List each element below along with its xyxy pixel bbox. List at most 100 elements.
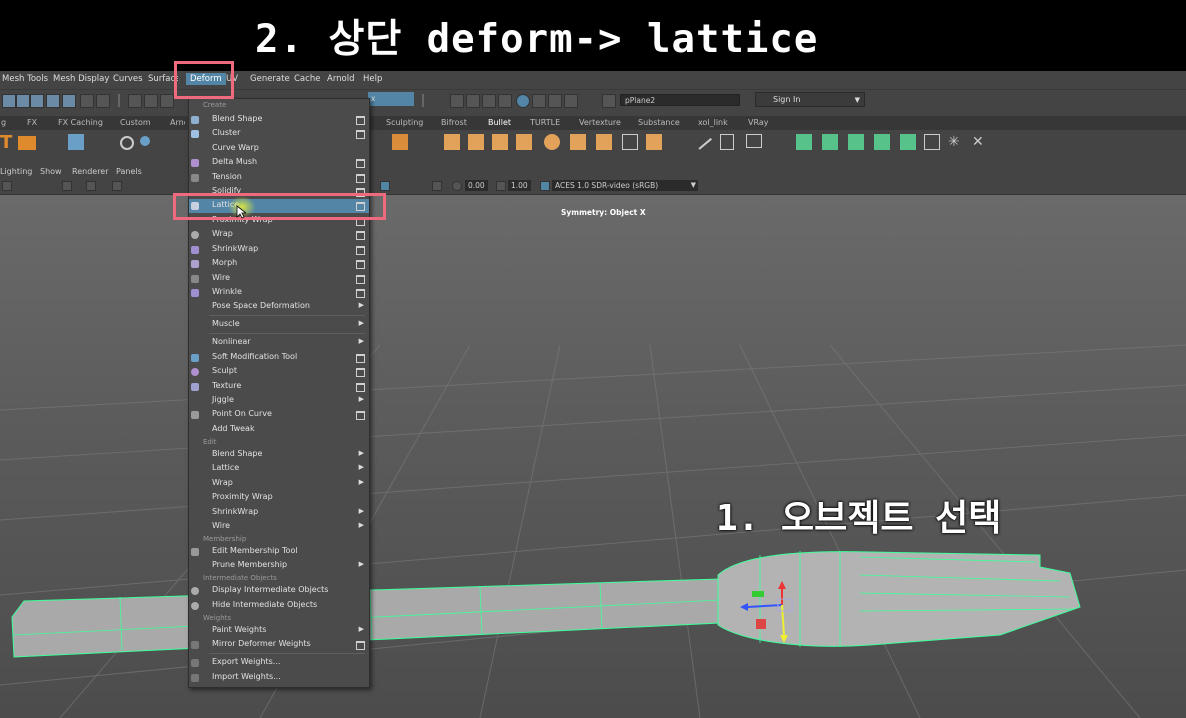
menu-item-add-tweak[interactable]: Add Tweak: [189, 423, 369, 437]
pause-icon[interactable]: [564, 94, 578, 108]
gamma-icon[interactable]: [496, 181, 506, 191]
viewport-menu[interactable]: Renderer: [72, 167, 109, 176]
option-box-icon[interactable]: [356, 275, 365, 284]
snap-icon[interactable]: [46, 94, 60, 108]
grid-icon[interactable]: [68, 134, 84, 150]
option-box-icon[interactable]: [356, 231, 365, 240]
cloth-icon[interactable]: [570, 134, 586, 150]
turtle-grid-icon[interactable]: [924, 134, 940, 150]
viewport-menu[interactable]: Lighting: [0, 167, 32, 176]
turtle-bake-icon[interactable]: [822, 134, 838, 150]
ipr-render-icon[interactable]: [482, 94, 496, 108]
snap-grid-icon[interactable]: [128, 94, 142, 108]
menu-item-point-on-curve[interactable]: Point On Curve: [189, 408, 369, 422]
select-bodies-icon[interactable]: [646, 134, 662, 150]
svg-tool-icon[interactable]: [18, 136, 36, 150]
panel-icon[interactable]: [602, 94, 616, 108]
render-icon[interactable]: [450, 94, 464, 108]
bake-icon[interactable]: [622, 134, 638, 150]
constraint-icon[interactable]: [516, 134, 532, 150]
locator-icon[interactable]: [120, 136, 134, 150]
option-box-icon[interactable]: [356, 260, 365, 269]
menu-item-wrinkle[interactable]: Wrinkle: [189, 286, 369, 300]
turtle-icon[interactable]: [796, 134, 812, 150]
menu-item-export-weights[interactable]: Export Weights...: [189, 656, 369, 670]
viewport-3d[interactable]: [0, 195, 1186, 718]
shelf-tab[interactable]: Sculpting: [386, 118, 423, 127]
menu-item-edit-proximity-wrap[interactable]: Proximity Wrap: [189, 491, 369, 505]
menu-item-edit-membership-tool[interactable]: Edit Membership Tool: [189, 545, 369, 559]
shelf-tab[interactable]: Arnold: [170, 118, 185, 127]
resolution-gate-icon[interactable]: [86, 181, 96, 191]
menu-item-wire[interactable]: Wire: [189, 272, 369, 286]
turtle-star-icon[interactable]: ✳: [948, 134, 964, 150]
exposure-field[interactable]: 0.00: [465, 180, 488, 191]
shelf-tab[interactable]: Vertexture: [579, 118, 621, 127]
sign-in-button[interactable]: Sign In ▼: [755, 92, 865, 107]
turtle-settings-icon[interactable]: [874, 134, 890, 150]
render-view-icon[interactable]: [466, 94, 480, 108]
menu-item-shrinkwrap[interactable]: ShrinkWrap: [189, 243, 369, 257]
shatter-icon[interactable]: [596, 134, 612, 150]
shelf-tab[interactable]: FX Caching: [58, 118, 103, 127]
shelf-tab[interactable]: FX: [27, 118, 37, 127]
color-management-icon[interactable]: [540, 181, 550, 191]
help-icon[interactable]: [62, 94, 76, 108]
menu-item-import-weights[interactable]: Import Weights...: [189, 671, 369, 685]
soft-body-icon[interactable]: [468, 134, 484, 150]
frame-icon[interactable]: [720, 134, 734, 150]
pivot-icon[interactable]: [140, 136, 150, 146]
selection-mode-field[interactable]: x: [368, 92, 414, 106]
turtle-surface-icon[interactable]: [900, 134, 916, 150]
exposure-icon[interactable]: [452, 181, 462, 191]
option-box-icon[interactable]: [356, 641, 365, 650]
menu-mesh-tools[interactable]: Mesh Tools: [2, 74, 48, 84]
menu-item-texture[interactable]: Texture: [189, 380, 369, 394]
selected-mesh[interactable]: [11, 551, 1081, 658]
shelf-tab[interactable]: TURTLE: [530, 118, 560, 127]
select-object-icon[interactable]: [16, 94, 30, 108]
component-icon[interactable]: [96, 94, 110, 108]
option-box-icon[interactable]: [356, 159, 365, 168]
shelf-tab[interactable]: g: [1, 118, 6, 127]
passive-body-icon[interactable]: [492, 134, 508, 150]
menu-item-muscle[interactable]: Muscle ▶: [189, 318, 369, 332]
lock-icon[interactable]: [80, 94, 94, 108]
menu-item-pose-space-deformation[interactable]: Pose Space Deformation ▶: [189, 300, 369, 314]
camera-icon[interactable]: [2, 181, 12, 191]
menu-item-edit-wire[interactable]: Wire ▶: [189, 520, 369, 534]
menu-help[interactable]: Help: [363, 74, 382, 84]
menu-cache[interactable]: Cache: [294, 74, 320, 84]
menu-item-edit-shrinkwrap[interactable]: ShrinkWrap ▶: [189, 506, 369, 520]
menu-item-nonlinear[interactable]: Nonlinear ▶: [189, 336, 369, 350]
option-box-icon[interactable]: [356, 411, 365, 420]
menu-item-prune-membership[interactable]: Prune Membership ▶: [189, 559, 369, 573]
menu-generate[interactable]: Generate: [250, 74, 290, 84]
select-hierarchy-icon[interactable]: [2, 94, 16, 108]
viewport-menu[interactable]: Show: [40, 167, 62, 176]
wireframe-icon[interactable]: [112, 181, 122, 191]
shelf-tab-active[interactable]: Bullet: [488, 118, 511, 127]
menu-item-edit-lattice[interactable]: Lattice ▶: [189, 462, 369, 476]
option-box-icon[interactable]: [356, 383, 365, 392]
text-tool-icon[interactable]: T: [0, 132, 16, 153]
hypershade-icon[interactable]: [516, 94, 530, 108]
menu-item-display-intermediate-objects[interactable]: Display Intermediate Objects: [189, 584, 369, 598]
menu-curves[interactable]: Curves: [113, 74, 143, 84]
menu-item-morph[interactable]: Morph: [189, 257, 369, 271]
option-box-icon[interactable]: [356, 289, 365, 298]
menu-arnold[interactable]: Arnold: [327, 74, 355, 84]
menu-item-delta-mush[interactable]: Delta Mush: [189, 156, 369, 170]
menu-item-mirror-deformer-weights[interactable]: Mirror Deformer Weights: [189, 638, 369, 652]
isolate-icon[interactable]: [380, 181, 390, 191]
menu-item-edit-wrap[interactable]: Wrap ▶: [189, 477, 369, 491]
shelf-tab[interactable]: Bifrost: [441, 118, 467, 127]
rigid-body-icon[interactable]: [444, 134, 460, 150]
gamma-field[interactable]: 1.00: [508, 180, 531, 191]
menu-item-blend-shape[interactable]: Blend Shape: [189, 113, 369, 127]
viewport-menu[interactable]: Panels: [116, 167, 142, 176]
option-box-icon[interactable]: [356, 130, 365, 139]
shelf-tab[interactable]: Substance: [638, 118, 680, 127]
shelf-tab[interactable]: xol_link: [698, 118, 728, 127]
menu-item-sculpt[interactable]: Sculpt: [189, 365, 369, 379]
